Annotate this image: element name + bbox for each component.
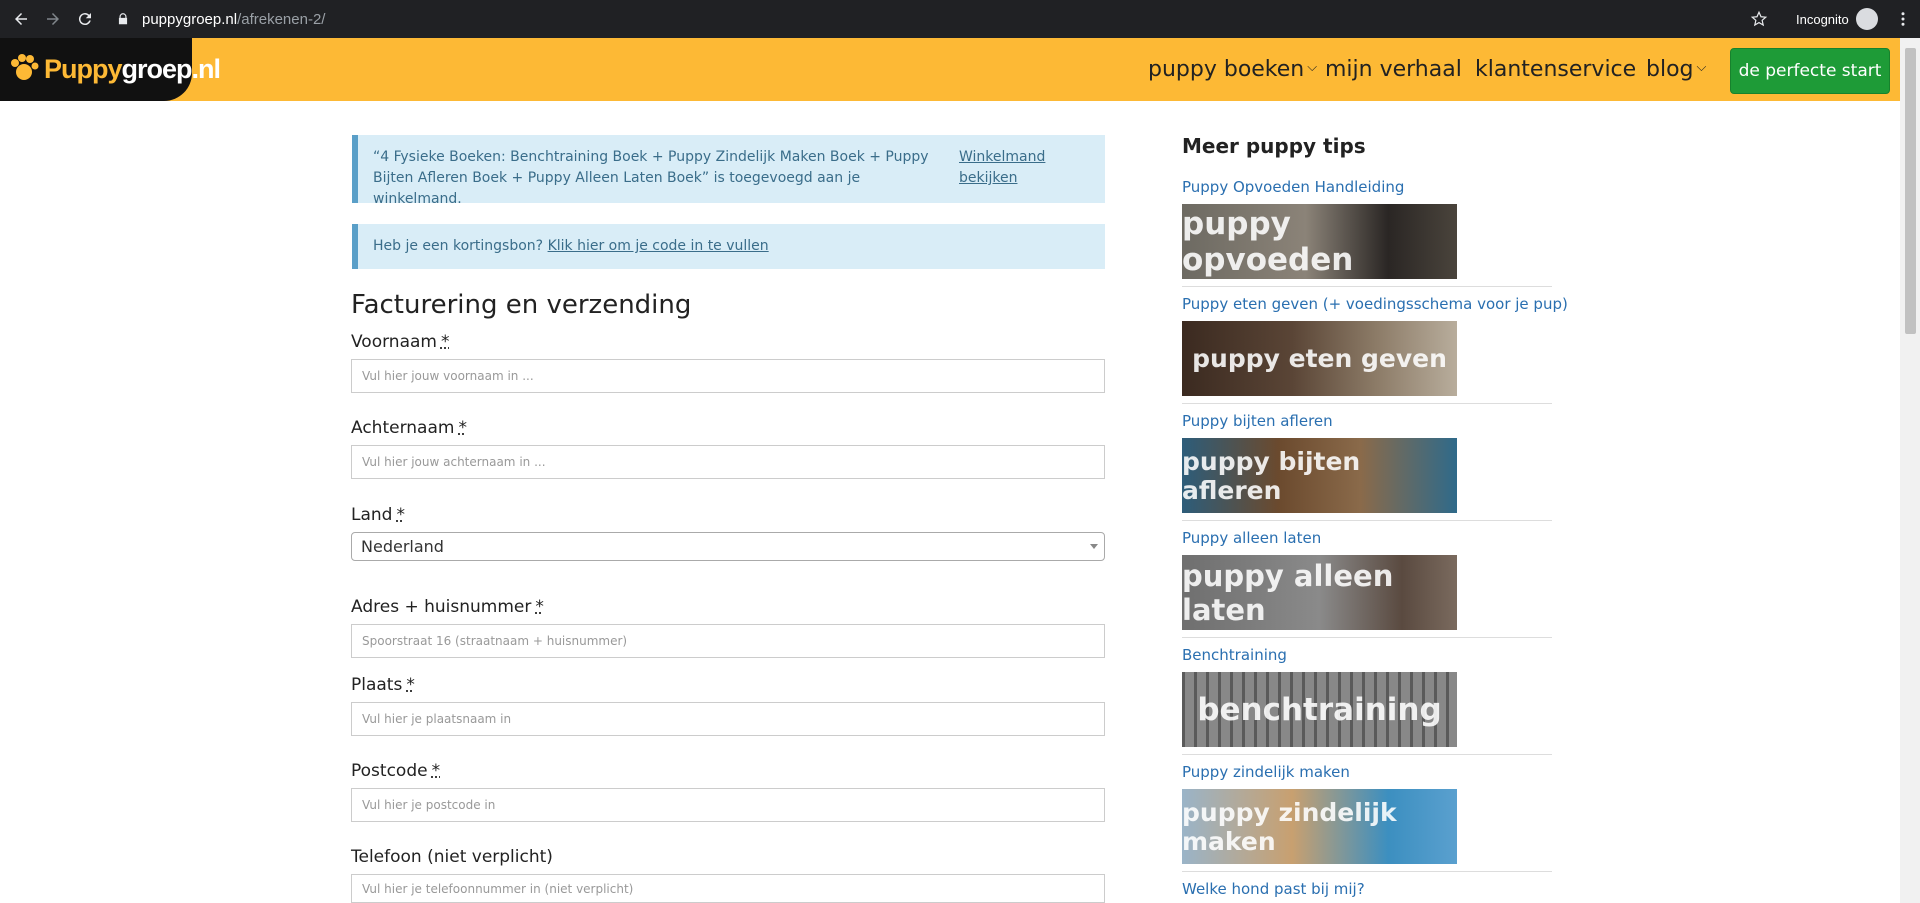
url-path: /afrekenen-2/ — [237, 10, 326, 28]
logo-text: Puppygroep.nl — [44, 54, 221, 84]
telefoon-label: Telefoon (niet verplicht) — [351, 847, 553, 867]
nav-mijn-verhaal[interactable]: mijn verhaal — [1325, 38, 1462, 101]
nav-klantenservice[interactable]: klantenservice — [1475, 38, 1636, 101]
sidebar-link-eten-geven[interactable]: Puppy eten geven (+ voedingsschema voor … — [1182, 295, 1568, 313]
browser-toolbar: puppygroep.nl/afrekenen-2/ Incognito — [0, 0, 1920, 38]
sidebar-divider — [1182, 286, 1552, 287]
sidebar-image-opvoeden[interactable]: puppy opvoeden — [1182, 204, 1457, 279]
sidebar-divider — [1182, 754, 1552, 755]
adres-label: Adres + huisnummer * — [351, 597, 544, 617]
sidebar-link-zindelijk[interactable]: Puppy zindelijk maken — [1182, 763, 1350, 781]
coupon-notice: Heb je een kortingsbon? Klik hier om je … — [352, 224, 1105, 269]
achternaam-input[interactable]: Vul hier jouw achternaam in ... — [351, 445, 1105, 479]
plaats-label: Plaats * — [351, 675, 415, 695]
sidebar-image-benchtraining[interactable]: benchtraining — [1182, 672, 1457, 747]
voornaam-input[interactable]: Vul hier jouw voornaam in ... — [351, 359, 1105, 393]
sidebar-image-zindelijk[interactable]: puppy zindelijk maken — [1182, 789, 1457, 864]
lock-icon — [118, 13, 128, 25]
sidebar-link-benchtraining[interactable]: Benchtraining — [1182, 646, 1287, 664]
billing-title: Facturering en verzending — [351, 290, 692, 320]
sidebar-divider — [1182, 403, 1552, 404]
coupon-link[interactable]: Klik hier om je code in te vullen — [548, 238, 769, 254]
voornaam-label: Voornaam * — [351, 332, 450, 352]
address-bar[interactable]: puppygroep.nl/afrekenen-2/ — [142, 0, 325, 38]
incognito-label: Incognito — [1796, 11, 1849, 27]
chevron-down-icon: ⌵ — [1307, 60, 1318, 75]
site-logo[interactable]: Puppygroep.nl — [0, 38, 221, 101]
reload-icon[interactable] — [66, 0, 104, 38]
bookmark-star-icon[interactable] — [1750, 10, 1768, 28]
perfecte-start-button[interactable]: de perfecte start — [1730, 48, 1890, 94]
sidebar-image-eten-geven[interactable]: puppy eten geven — [1182, 321, 1457, 396]
land-select[interactable]: Nederland — [351, 532, 1105, 561]
sidebar-divider — [1182, 637, 1552, 638]
incognito-icon[interactable] — [1856, 8, 1878, 30]
achternaam-label: Achternaam * — [351, 418, 467, 438]
coupon-text: Heb je een kortingsbon? — [373, 238, 544, 254]
sidebar-link-welke-hond[interactable]: Welke hond past bij mij? — [1182, 880, 1365, 898]
sidebar-link-alleen-laten[interactable]: Puppy alleen laten — [1182, 529, 1321, 547]
nav-puppy-boeken[interactable]: puppy boeken ⌵ — [1148, 38, 1317, 101]
land-label: Land * — [351, 505, 405, 525]
site-header: Puppygroep.nl puppy boeken ⌵ mijn verhaal… — [0, 38, 1900, 101]
adres-input[interactable]: Spoorstraat 16 (straatnaam + huisnummer) — [351, 624, 1105, 658]
plaats-input[interactable]: Vul hier je plaatsnaam in — [351, 702, 1105, 736]
paw-icon — [11, 54, 39, 80]
url-host: puppygroep.nl — [142, 10, 238, 28]
view-cart-link[interactable]: Winkelmand bekijken — [959, 147, 1105, 189]
sidebar-image-bijten[interactable]: puppy bijten afleren — [1182, 438, 1457, 513]
telefoon-input[interactable]: Vul hier je telefoonnummer in (niet verp… — [351, 874, 1105, 903]
sidebar-divider — [1182, 871, 1552, 872]
dropdown-arrow-icon — [1090, 544, 1098, 549]
cart-notice-text: “4 Fysieke Boeken: Benchtraining Boek + … — [373, 149, 929, 207]
more-menu-icon[interactable] — [1894, 8, 1912, 30]
chevron-down-icon: ⌵ — [1696, 60, 1707, 75]
postcode-label: Postcode * — [351, 761, 441, 781]
sidebar-title: Meer puppy tips — [1182, 134, 1366, 158]
sidebar-link-opvoeden[interactable]: Puppy Opvoeden Handleiding — [1182, 178, 1404, 196]
sidebar-divider — [1182, 520, 1552, 521]
cart-added-notice: “4 Fysieke Boeken: Benchtraining Boek + … — [352, 135, 1105, 207]
sidebar-link-bijten[interactable]: Puppy bijten afleren — [1182, 412, 1333, 430]
nav-blog[interactable]: blog ⌵ — [1646, 38, 1706, 101]
sidebar-image-alleen-laten[interactable]: puppy alleen laten — [1182, 555, 1457, 630]
postcode-input[interactable]: Vul hier je postcode in — [351, 788, 1105, 822]
scrollbar-thumb[interactable] — [1905, 48, 1916, 334]
